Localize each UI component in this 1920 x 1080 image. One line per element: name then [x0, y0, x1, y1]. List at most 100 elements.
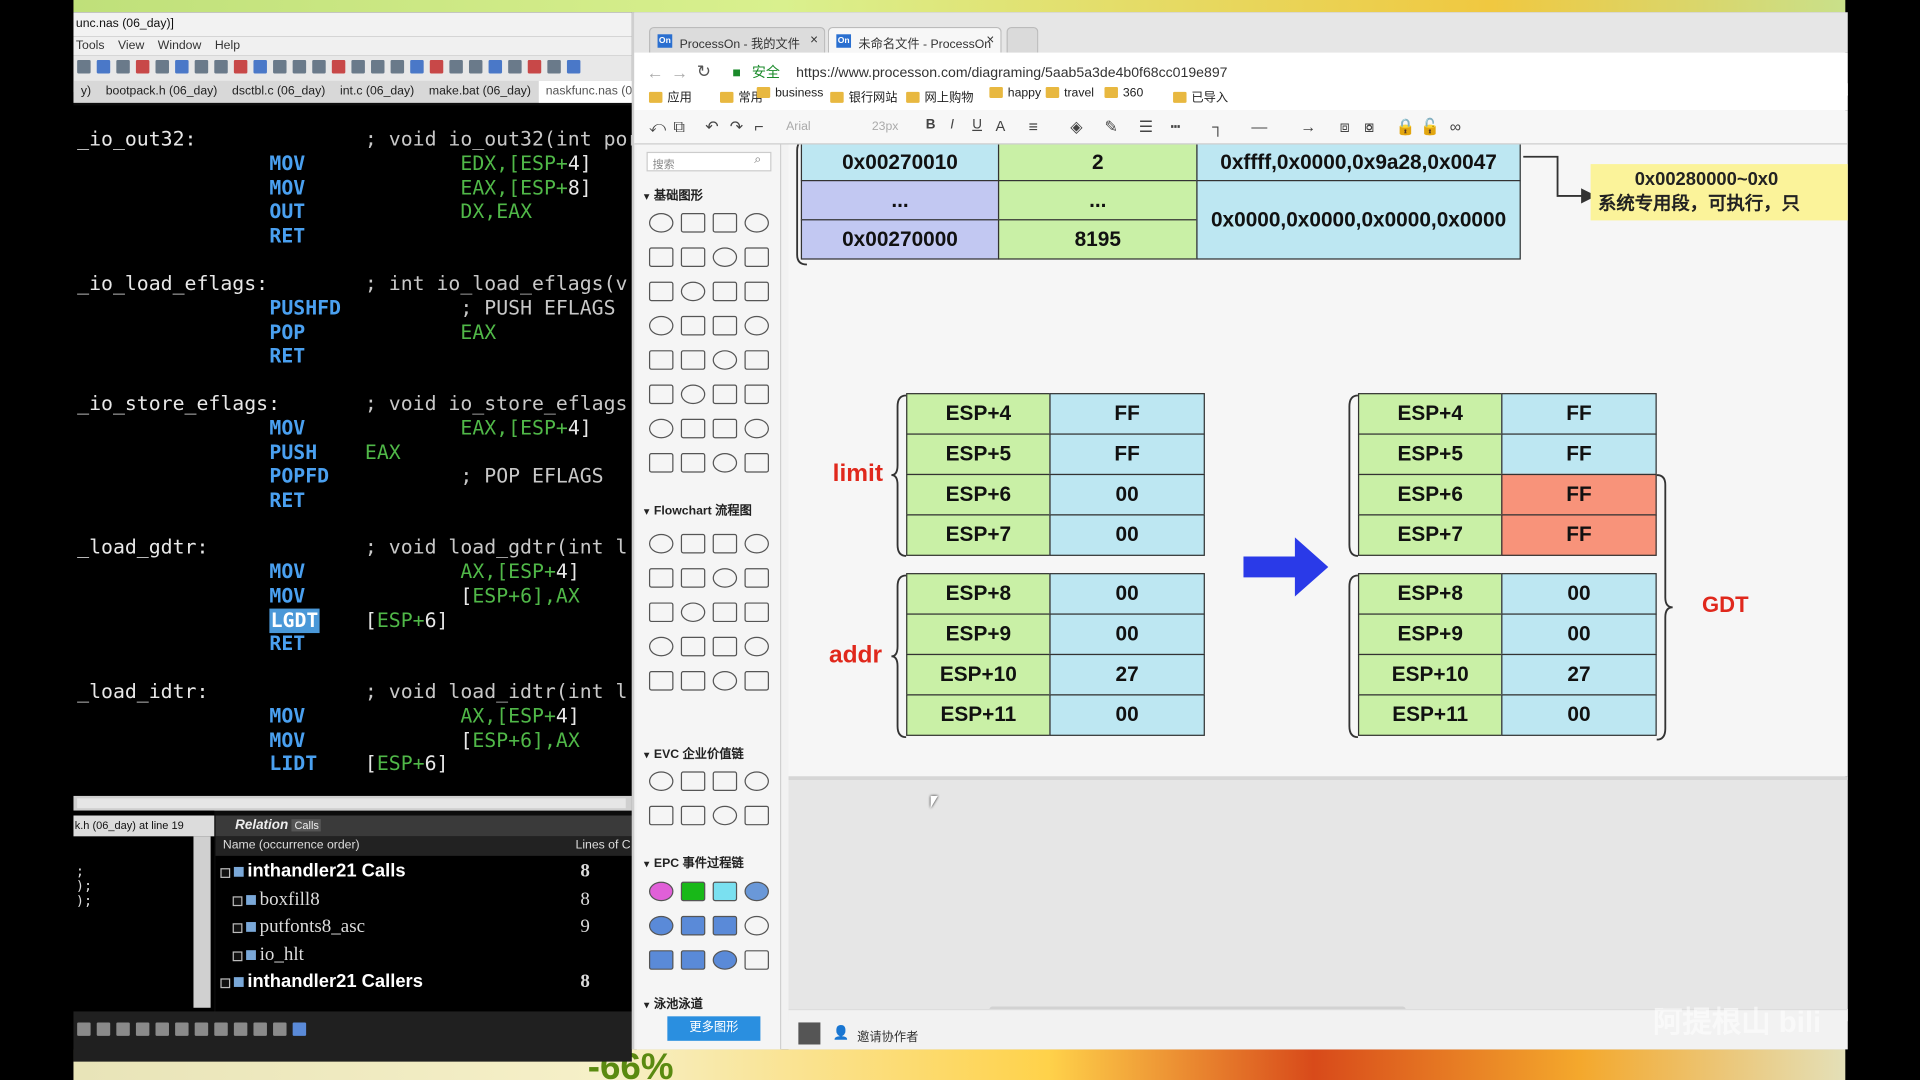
shape-icon[interactable]	[712, 602, 738, 623]
stack-value-cell[interactable]: 00	[1501, 573, 1657, 615]
menu-item[interactable]: View	[118, 37, 144, 55]
shape-icon[interactable]	[712, 533, 738, 554]
stack-offset-cell[interactable]: ESP+8	[906, 573, 1051, 615]
tab-untitled-file[interactable]: On 未命名文件 - ProcessOn ×	[827, 26, 1002, 53]
fill-color-icon[interactable]: ◈	[1070, 118, 1082, 138]
shape-icon[interactable]	[680, 602, 706, 623]
stack-value-cell[interactable]: 00	[1501, 694, 1657, 736]
gdt-label[interactable]: GDT	[1702, 593, 1749, 619]
shape-icon[interactable]	[680, 247, 706, 267]
stack-value-cell[interactable]: FF	[1501, 393, 1657, 435]
file-tab[interactable]: dsctbl.c (06_day)	[225, 81, 333, 103]
shape-icon[interactable]	[744, 418, 769, 439]
context-panel-scrollbar[interactable]	[193, 836, 211, 1008]
stack-value-cell[interactable]: 00	[1049, 694, 1205, 736]
bookmark-item[interactable]: 已导入	[1173, 87, 1228, 105]
stack-value-cell[interactable]: 00	[1049, 613, 1205, 656]
toolbar-icon[interactable]	[351, 60, 365, 74]
shape-icon[interactable]	[680, 418, 706, 439]
relation-subtitle[interactable]: Calls	[292, 819, 322, 832]
stack-offset-cell[interactable]: ESP+4	[1357, 393, 1503, 435]
toolbar-icon[interactable]	[175, 60, 189, 74]
lock-shape-icon[interactable]: 🔒	[1396, 118, 1416, 138]
section-toggle-icon[interactable]: ▾	[644, 858, 649, 869]
toolbar-icon[interactable]	[194, 60, 209, 74]
font-select[interactable]: Arial	[786, 120, 855, 133]
shape-icon[interactable]	[712, 247, 738, 267]
shape-icon[interactable]	[744, 915, 769, 936]
unlock-icon[interactable]: 🔓	[1420, 118, 1440, 138]
shape-icon[interactable]	[712, 568, 738, 588]
stack-value-cell[interactable]: FF	[1501, 514, 1657, 556]
bookmark-item[interactable]: 应用	[648, 87, 692, 105]
index-cell[interactable]: 8195	[997, 219, 1198, 260]
shape-icon[interactable]	[744, 315, 769, 336]
status-tool-icon[interactable]	[194, 1022, 209, 1036]
expand-toggle-icon[interactable]	[220, 868, 231, 878]
bookmark-item[interactable]: business	[756, 86, 823, 100]
bookmark-item[interactable]: 银行网站	[830, 87, 898, 105]
expand-toggle-icon[interactable]	[232, 951, 243, 961]
shape-icon[interactable]	[712, 281, 738, 302]
col-lines[interactable]: Lines of C	[576, 839, 631, 852]
editor-horizontal-scrollbar[interactable]	[73, 795, 632, 811]
shape-icon[interactable]	[648, 805, 674, 826]
tree-node[interactable]: inthandler21 Calls 8	[216, 858, 632, 885]
shape-icon[interactable]	[648, 247, 674, 267]
shape-icon[interactable]	[744, 281, 769, 302]
toolbar-icon[interactable]	[77, 60, 91, 74]
shape-icon[interactable]	[680, 533, 706, 554]
expand-toggle-icon[interactable]	[232, 895, 243, 906]
toolbar-icon[interactable]	[292, 60, 307, 74]
shape-icon[interactable]	[680, 350, 706, 370]
shape-icon[interactable]	[648, 350, 674, 370]
shape-section-header[interactable]: ▾ EVC 企业价值链	[644, 743, 744, 761]
add-user-icon[interactable]: 👤	[833, 1025, 850, 1041]
stack-offset-cell[interactable]: ESP+6	[1357, 473, 1503, 516]
toolbar-icon[interactable]	[214, 60, 228, 74]
toolbar-icon[interactable]	[410, 60, 424, 74]
shape-icon[interactable]	[648, 915, 674, 936]
stack-value-cell[interactable]: 27	[1049, 653, 1205, 696]
tree-node[interactable]: io_hlt	[216, 941, 632, 968]
stack-value-cell[interactable]: FF	[1501, 433, 1657, 476]
stack-offset-cell[interactable]: ESP+5	[906, 433, 1051, 476]
toolbar-icon[interactable]	[331, 60, 346, 74]
redo-icon[interactable]: ↷	[730, 118, 743, 138]
tree-node[interactable]: inthandler21 Callers 8	[216, 969, 632, 996]
toolbar-icon[interactable]	[312, 60, 326, 74]
shape-icon[interactable]	[712, 915, 738, 936]
menu-item[interactable]: Tools	[76, 37, 105, 55]
toolbar-icon[interactable]	[116, 60, 130, 74]
shape-icon[interactable]	[648, 418, 674, 439]
shape-icon[interactable]	[712, 671, 738, 691]
shape-icon[interactable]	[680, 568, 706, 588]
stack-offset-cell[interactable]: ESP+9	[1357, 613, 1503, 656]
shape-icon[interactable]	[712, 213, 738, 233]
more-shapes-button[interactable]: 更多图形	[667, 1016, 761, 1041]
stack-offset-cell[interactable]: ESP+11	[1357, 694, 1503, 736]
link-icon[interactable]: ∞	[1450, 118, 1461, 136]
close-icon[interactable]: ×	[986, 33, 994, 48]
shape-icon[interactable]	[744, 533, 769, 554]
italic-icon[interactable]: I	[950, 118, 954, 133]
section-toggle-icon[interactable]: ▾	[644, 999, 649, 1010]
shape-icon[interactable]	[680, 950, 706, 970]
status-tool-icon[interactable]	[233, 1022, 248, 1036]
underline-icon[interactable]: U	[972, 118, 982, 133]
shape-icon[interactable]	[744, 568, 769, 588]
shape-icon[interactable]	[744, 671, 769, 691]
status-tool-icon[interactable]	[77, 1022, 91, 1036]
shape-section-header[interactable]: ▾ 泳池泳道	[644, 993, 703, 1011]
file-tab[interactable]: naskfunc.nas (06	[538, 80, 632, 103]
shape-icon[interactable]	[744, 384, 769, 405]
shape-icon[interactable]	[712, 350, 738, 370]
close-icon[interactable]: ×	[810, 33, 818, 48]
align-icon[interactable]: ≡	[1029, 118, 1038, 136]
shape-icon[interactable]	[648, 213, 674, 233]
connector-icon[interactable]: ┐	[1212, 118, 1223, 136]
toolbar-icon[interactable]	[527, 60, 542, 74]
shape-icon[interactable]	[648, 533, 674, 554]
undo-icon[interactable]: ↶	[705, 118, 718, 138]
shape-icon[interactable]	[744, 213, 769, 233]
